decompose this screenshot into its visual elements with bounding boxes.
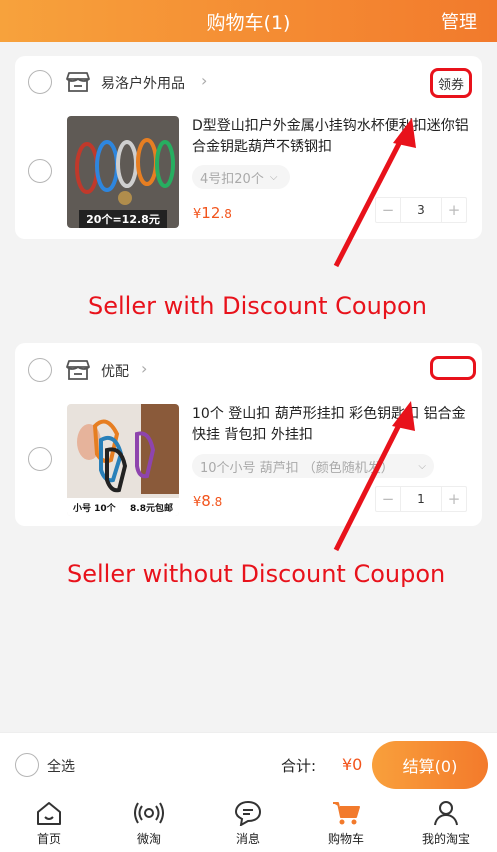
arrow-head-coupon [393,118,416,148]
annotation-with-coupon: Seller with Discount Coupon [88,292,427,320]
tab-label: 我的淘宝 [421,832,470,846]
tab-label: 消息 [235,832,260,846]
cart-icon [333,802,360,825]
tab-label: 首页 [36,832,61,846]
checkout-bar: 全选 合计: ¥0 结算(0) [0,732,497,794]
tab-messages[interactable]: 消息 [213,800,283,847]
total-amount: ¥0 [342,755,363,774]
message-icon [234,800,262,826]
tab-label: 微淘 [136,832,161,846]
tab-label: 购物车 [327,832,364,846]
select-all-label[interactable]: 全选 [47,756,75,776]
tab-my-taobao[interactable]: 我的淘宝 [411,800,481,847]
annotation-arrows [333,118,416,552]
user-icon [434,801,458,826]
arrow-line-coupon [333,130,408,268]
home-icon [37,802,61,825]
tab-cart[interactable]: 购物车 [311,800,381,847]
total-label: 合计: [281,757,317,775]
arrow-head-no-coupon [392,401,415,431]
broadcast-icon [134,802,164,824]
annotation-without-coupon: Seller without Discount Coupon [67,560,446,588]
bottom-tab-bar: 首页 微淘 消息 购物车 我的淘宝 [0,794,497,852]
arrow-line-no-coupon [333,413,407,552]
tab-weitao[interactable]: 微淘 [114,800,184,847]
tab-home[interactable]: 首页 [14,800,84,847]
checkout-button[interactable]: 结算(0) [372,741,488,789]
select-all-radio[interactable] [15,753,39,777]
